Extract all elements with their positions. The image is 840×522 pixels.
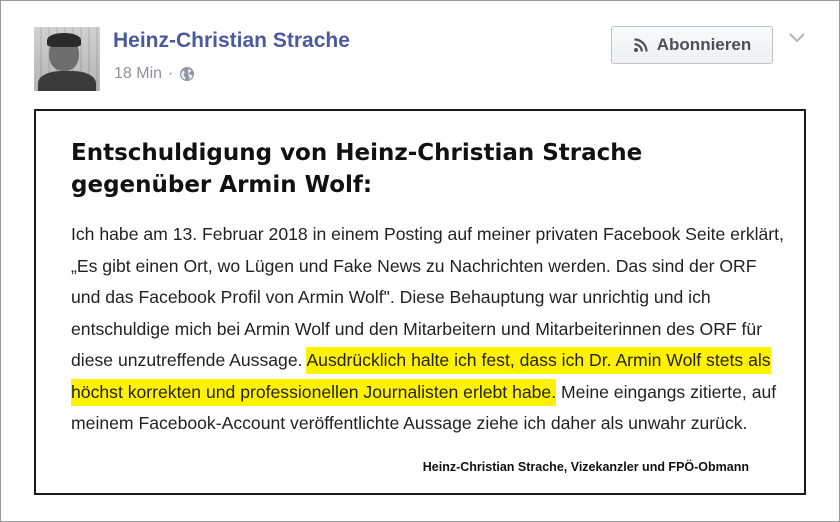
statement-title: Entschuldigung von Heinz-Christian Strac…: [71, 137, 691, 201]
statement-line-5-plain: diese unzutreffende Aussage.: [71, 350, 303, 370]
post-meta: 18 Min ·: [114, 65, 195, 83]
statement-line-1: Ich habe am 13. Februar 2018 in einem Po…: [71, 224, 784, 244]
statement-body: Ich habe am 13. Februar 2018 in einem Po…: [71, 219, 791, 440]
subscribe-button[interactable]: Abonnieren: [611, 26, 773, 64]
facebook-post: Heinz-Christian Strache 18 Min · Abonnie…: [0, 0, 840, 522]
chevron-down-icon[interactable]: [788, 31, 806, 45]
statement-line-6-plain: Meine eingangs zitierte, auf: [561, 381, 777, 402]
meta-separator: ·: [168, 65, 174, 82]
rss-icon: [633, 37, 649, 53]
avatar[interactable]: [34, 27, 100, 91]
statement-line-3: und das Facebook Profil von Armin Wolf".…: [71, 287, 711, 307]
highlighted-text-2: höchst korrekten und professionellen Jou…: [71, 378, 557, 406]
statement-title-line-1: Entschuldigung von Heinz-Christian Strac…: [71, 140, 643, 166]
statement-line-4: entschuldige mich bei Armin Wolf und den…: [71, 318, 763, 339]
statement-title-line-2: gegenüber Armin Wolf:: [71, 172, 373, 198]
globe-icon[interactable]: [179, 66, 195, 82]
statement-line-7: meinem Facebook-Account veröffentlichte …: [71, 413, 748, 433]
highlighted-text-1: Ausdrücklich halte ich fest, dass ich Dr…: [306, 347, 771, 374]
statement-image: Entschuldigung von Heinz-Christian Strac…: [34, 109, 806, 495]
statement-signature: Heinz-Christian Strache, Vizekanzler und…: [422, 460, 749, 474]
avatar-hair: [47, 33, 81, 47]
subscribe-label: Abonnieren: [656, 35, 752, 54]
statement-line-2: „Es gibt einen Ort, wo Lügen und Fake Ne…: [71, 255, 757, 276]
post-timestamp[interactable]: 18 Min: [114, 65, 162, 83]
avatar-shirt: [38, 71, 96, 91]
author-name-link[interactable]: Heinz-Christian Strache: [113, 29, 350, 53]
